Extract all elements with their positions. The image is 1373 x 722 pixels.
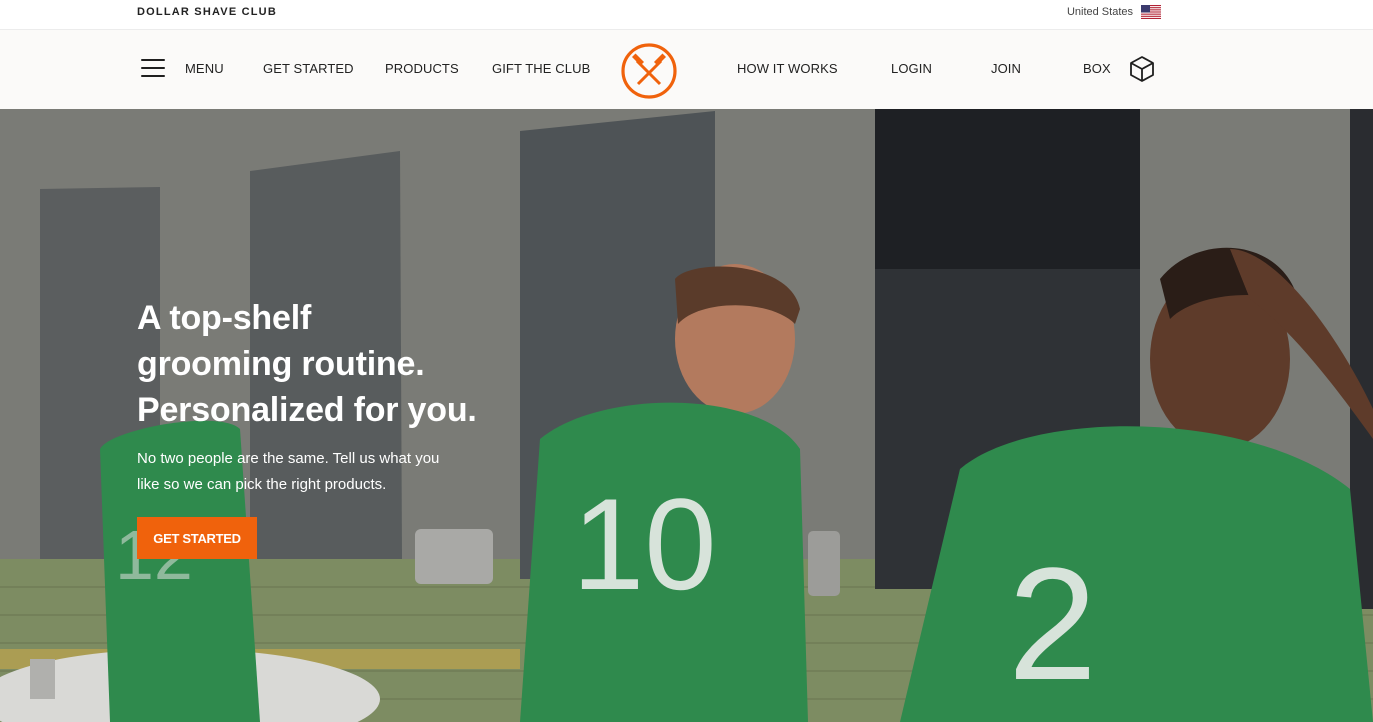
jersey-number-center: 10 xyxy=(572,471,717,617)
main-nav: MENU GET STARTED PRODUCTS GIFT THE CLUB … xyxy=(0,30,1373,109)
hamburger-icon[interactable] xyxy=(141,59,165,79)
locale-selector[interactable]: United States xyxy=(1067,5,1161,19)
hero-headline: A top-shelf grooming routine. Personaliz… xyxy=(137,295,557,433)
jersey-number-right: 2 xyxy=(1008,534,1097,713)
nav-join[interactable]: JOIN xyxy=(991,61,1021,76)
top-bar: DOLLAR SHAVE CLUB United States xyxy=(0,0,1373,30)
headline-line-2: grooming routine. xyxy=(137,345,425,383)
nav-how-it-works[interactable]: HOW IT WORKS xyxy=(737,61,838,76)
nav-products[interactable]: PRODUCTS xyxy=(385,61,459,76)
nav-box[interactable]: BOX xyxy=(1083,61,1111,76)
locale-label: United States xyxy=(1066,6,1133,18)
hero-subtext: No two people are the same. Tell us what… xyxy=(137,450,440,493)
box-cube-icon[interactable] xyxy=(1129,55,1155,83)
headline-line-1: A top-shelf xyxy=(137,299,312,337)
headline-line-3: Personalized for you. xyxy=(137,391,477,429)
nav-get-started[interactable]: GET STARTED xyxy=(263,61,354,76)
nav-gift-the-club[interactable]: GIFT THE CLUB xyxy=(492,61,590,76)
get-started-button[interactable]: GET STARTED xyxy=(137,517,257,559)
menu-link[interactable]: MENU xyxy=(185,61,224,76)
nav-login[interactable]: LOGIN xyxy=(891,61,932,76)
crossed-axes-logo-icon[interactable] xyxy=(620,42,678,100)
us-flag-icon xyxy=(1141,5,1161,19)
hero-section: 12 10 2 A top-shelf grooming routine. Pe… xyxy=(0,109,1373,722)
brand-name[interactable]: DOLLAR SHAVE CLUB xyxy=(137,6,277,18)
